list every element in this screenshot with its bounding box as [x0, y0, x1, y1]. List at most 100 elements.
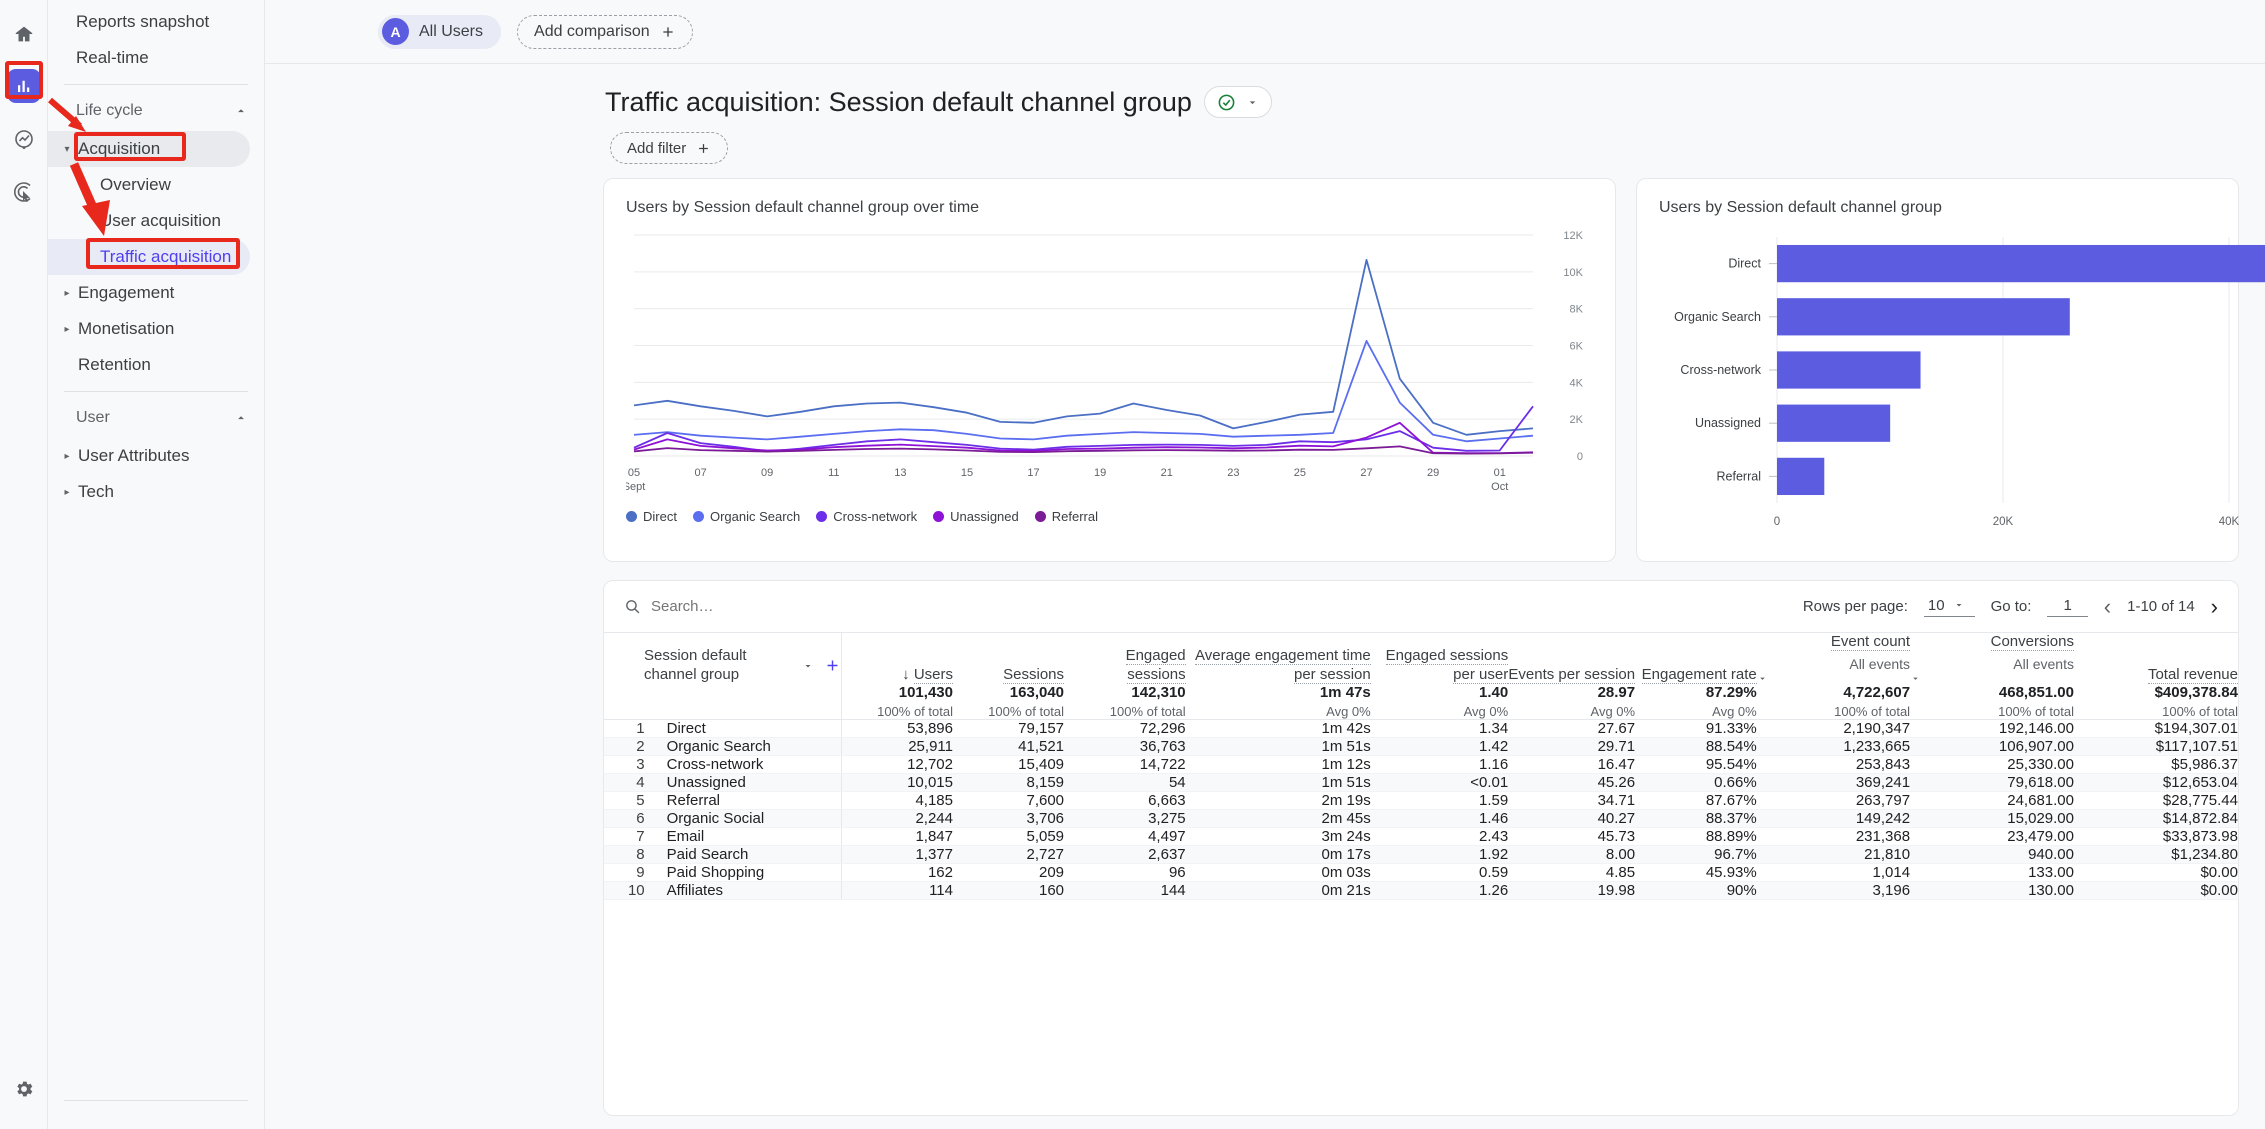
row-dimension-value[interactable]: Direct — [652, 719, 843, 739]
page-title-bar: Traffic acquisition: Session default cha… — [265, 64, 2265, 118]
nav-group-life-cycle[interactable]: Life cycle — [48, 91, 264, 131]
search-box[interactable] — [624, 598, 871, 615]
legend-label: Cross-network — [833, 509, 918, 524]
line-chart-svg[interactable]: 0 2K 4K 6K 8K 10K 12K 05 Sept 07 09 11 13 15 17 19 21 23 2… — [626, 227, 1591, 502]
sidebar-item-retention[interactable]: Retention — [48, 347, 250, 383]
col-header-avg-engagement-time[interactable]: Average engagement time per session — [1186, 633, 1371, 684]
legend-item[interactable]: Referral — [1034, 509, 1098, 524]
row-dimension-value[interactable]: Referral — [652, 791, 843, 811]
row-metric-cell: 54 — [1064, 773, 1186, 793]
conversions-filter[interactable]: All events — [1910, 656, 2074, 685]
sidebar-item-user-attributes[interactable]: ▸ User Attributes — [48, 438, 250, 474]
svg-text:20K: 20K — [1993, 516, 2014, 528]
col-header-events-per-session[interactable]: Events per session — [1508, 633, 1636, 684]
advertising-icon[interactable] — [4, 172, 44, 212]
row-dimension-value[interactable]: Paid Shopping — [652, 863, 843, 883]
go-to-label: Go to: — [1990, 598, 2032, 615]
rows-per-page-select[interactable]: 10 — [1923, 597, 1975, 617]
data-quality-badge[interactable] — [1203, 86, 1272, 118]
row-metric-cell: 15,029.00 — [1910, 809, 2074, 829]
row-metric-cell: 2m 45s — [1185, 809, 1371, 829]
sidebar-item-user-acquisition[interactable]: User acquisition — [48, 203, 250, 239]
table-row[interactable]: 9 Paid Shopping 162 209 96 0m 03s 0.59 4.85 45.9… — [604, 863, 2238, 883]
add-filter-button[interactable]: Add filter — [610, 132, 729, 164]
legend-label: Organic Search — [709, 509, 801, 524]
row-dimension-value[interactable]: Organic Social — [652, 809, 843, 829]
nav-group-user[interactable]: User — [48, 398, 264, 438]
svg-text:Sept: Sept — [626, 481, 645, 493]
svg-text:05: 05 — [628, 467, 640, 479]
caret-right-icon[interactable]: ▸ — [58, 324, 76, 335]
sidebar-item-real-time[interactable]: Real-time — [48, 40, 250, 76]
col-header-engagement-rate[interactable]: Engagement rate — [1635, 633, 1757, 684]
col-header-event-count[interactable]: Event count All events — [1757, 633, 1911, 685]
col-header-engaged-sessions[interactable]: Engaged sessions — [1064, 633, 1186, 684]
col-header-conversions[interactable]: Conversions All events — [1910, 633, 2074, 684]
next-page-button[interactable]: › — [2211, 595, 2218, 618]
row-dimension-value[interactable]: Cross-network — [652, 755, 843, 775]
table-row[interactable]: 6 Organic Social 2,244 3,706 3,275 2m 45s 1.46… — [604, 809, 2238, 829]
previous-page-button[interactable]: ‹ — [2104, 595, 2111, 618]
left-nav-panel: Reports snapshot Real-time Life cycle ▾ … — [48, 0, 265, 1129]
legend-item[interactable]: Organic Search — [692, 509, 801, 524]
sidebar-item-traffic-acquisition[interactable]: Traffic acquisition — [48, 239, 250, 275]
table-row[interactable]: 1 Direct 53,896 79,157 72,296 1m 42s 1.34 27.67… — [604, 719, 2238, 739]
table-row[interactable]: 2 Organic Search 25,911 41,521 36,763 1m 51s 1… — [604, 737, 2238, 757]
gear-icon[interactable] — [4, 1069, 44, 1109]
row-dimension-value[interactable]: Unassigned — [652, 773, 843, 793]
row-index: 7 — [604, 827, 653, 847]
chevron-up-icon[interactable] — [234, 411, 248, 425]
table-row[interactable]: 7 Email 1,847 5,059 4,497 3m 24s 2.43 45.73 88.8… — [604, 827, 2238, 847]
col-header-total-revenue[interactable]: Total revenue — [2074, 633, 2238, 684]
chevron-down-icon — [1953, 599, 1965, 611]
bar-chart-svg[interactable]: 020K40K60KDirectOrganic SearchCross-netw… — [1659, 227, 2265, 547]
table-row[interactable]: 10 Affiliates 114 160 144 0m 21s 1.26 19.98 90% 3… — [604, 881, 2238, 901]
caret-right-icon[interactable]: ▸ — [58, 451, 76, 462]
sidebar-item-reports-snapshot[interactable]: Reports snapshot — [48, 4, 250, 40]
search-input[interactable] — [651, 598, 871, 615]
col-header-sessions[interactable]: Sessions — [953, 633, 1065, 684]
col-label: Sessions — [1003, 665, 1065, 684]
legend-item[interactable]: Cross-network — [816, 509, 917, 524]
caret-right-icon[interactable]: ▸ — [58, 288, 76, 299]
table-row[interactable]: 8 Paid Search 1,377 2,727 2,637 0m 17s 1.92 8.0… — [604, 845, 2238, 865]
home-icon[interactable] — [4, 14, 44, 54]
caret-right-icon[interactable]: ▸ — [58, 487, 76, 498]
reports-icon[interactable] — [4, 66, 44, 106]
add-dimension-icon[interactable] — [824, 657, 841, 674]
sidebar-item-label: Retention — [78, 355, 151, 374]
dimension-header[interactable]: Session default channel group — [604, 633, 843, 685]
sidebar-item-tech[interactable]: ▸ Tech — [48, 474, 250, 510]
chevron-up-icon[interactable] — [234, 104, 248, 118]
sidebar-item-acquisition[interactable]: ▾ Acquisition — [48, 131, 250, 167]
col-header-users[interactable]: ↓ Users — [842, 633, 953, 684]
chevron-down-icon[interactable] — [802, 660, 814, 672]
add-comparison-button[interactable]: Add comparison — [517, 14, 693, 49]
legend-item[interactable]: Unassigned — [933, 509, 1019, 524]
row-dimension-value[interactable]: Email — [652, 827, 843, 847]
table-row[interactable]: 4 Unassigned 10,015 8,159 54 1m 51s <0.01 45.26… — [604, 773, 2238, 793]
table-row[interactable]: 3 Cross-network 12,702 15,409 14,722 1m 12s 1.… — [604, 755, 2238, 775]
legend-item[interactable]: Direct — [626, 509, 677, 524]
dimension-selector[interactable]: Session default channel group — [644, 647, 841, 685]
line-chart-card: Users by Session default channel group o… — [603, 178, 1616, 562]
sidebar-item-engagement[interactable]: ▸ Engagement — [48, 275, 250, 311]
sidebar-item-overview[interactable]: Overview — [48, 167, 250, 203]
event-count-filter[interactable]: All events — [1757, 656, 1910, 685]
chevron-down-icon[interactable] — [1246, 96, 1259, 109]
row-metric-cell: 0.59 — [1370, 863, 1509, 883]
caret-down-icon[interactable]: ▾ — [58, 144, 76, 155]
row-dimension-value[interactable]: Affiliates — [652, 881, 843, 901]
row-index: 4 — [604, 773, 653, 793]
go-to-input[interactable]: 1 — [2047, 597, 2088, 617]
svg-text:15: 15 — [961, 467, 973, 479]
row-dimension-value[interactable]: Paid Search — [652, 845, 843, 865]
line-chart-plot[interactable]: 0 2K 4K 6K 8K 10K 12K 05 Sept 07 09 11 13 15 17 19 21 23 2… — [626, 227, 1593, 505]
col-header-engaged-sessions-per-user[interactable]: Engaged sessions per user — [1371, 633, 1509, 684]
row-dimension-value[interactable]: Organic Search — [652, 737, 843, 757]
explore-icon[interactable] — [4, 120, 44, 160]
all-users-chip[interactable]: A All Users — [378, 14, 502, 49]
row-metric-cell: 144 — [1064, 881, 1186, 901]
table-row[interactable]: 5 Referral 4,185 7,600 6,663 2m 19s 1.59 34.71 8… — [604, 791, 2238, 811]
sidebar-item-monetisation[interactable]: ▸ Monetisation — [48, 311, 250, 347]
